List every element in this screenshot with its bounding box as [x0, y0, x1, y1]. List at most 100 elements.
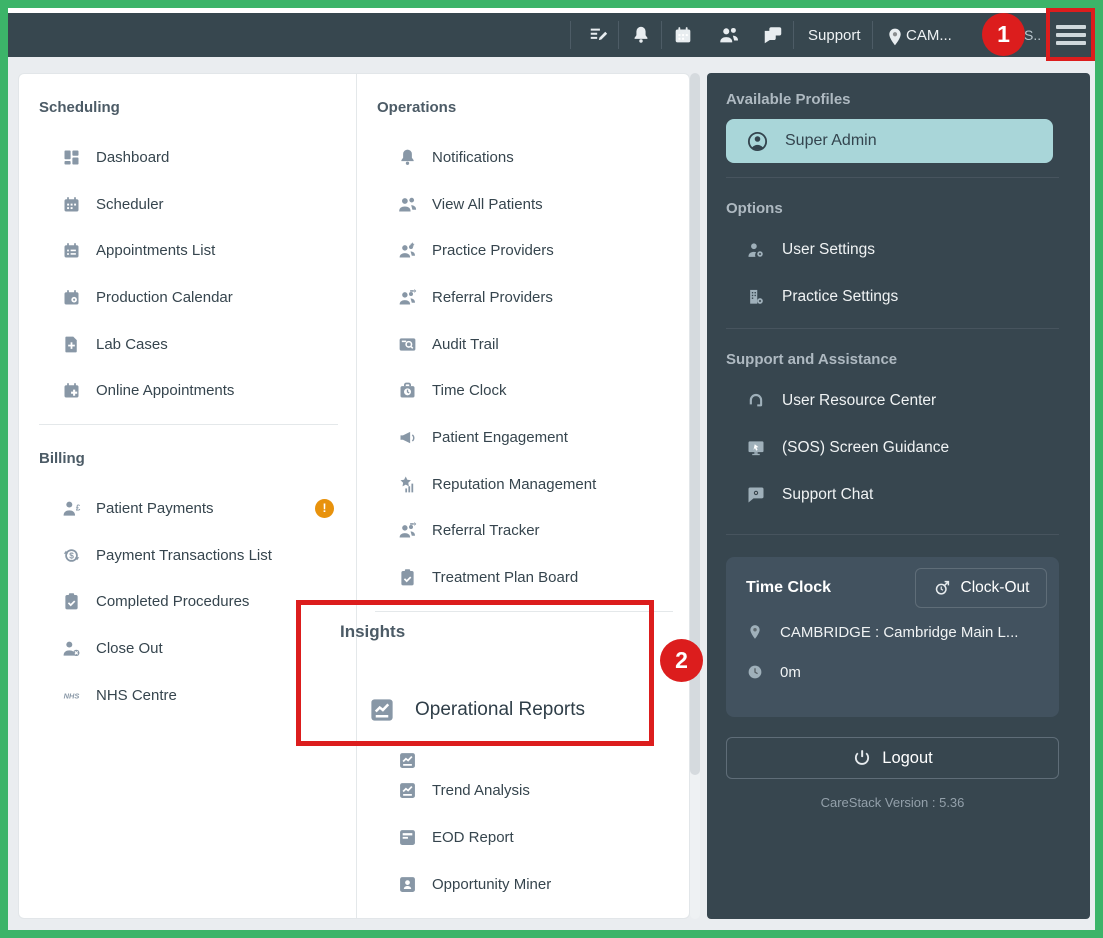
clock-out-button[interactable]: Clock-Out: [915, 568, 1047, 608]
menu-item-referral-tracker[interactable]: Referral Tracker: [357, 508, 691, 555]
menu-item-trend-analysis[interactable]: Trend Analysis: [397, 778, 530, 802]
menu-item-view-all-patients[interactable]: View All Patients: [357, 181, 691, 228]
menu-item-production-calendar[interactable]: Production Calendar: [19, 274, 356, 321]
topbar-separator: [793, 21, 794, 49]
menu-item-time-clock[interactable]: Time Clock: [357, 367, 691, 414]
person-square-icon: [397, 874, 418, 895]
person-x-icon: [61, 638, 82, 659]
card-search-icon: [397, 334, 418, 355]
section-divider: [39, 424, 338, 425]
sidebar-item-sos-screen-guidance[interactable]: (SOS) Screen Guidance: [726, 424, 1071, 471]
tasks-icon[interactable]: [588, 13, 610, 57]
annotation-step-2: 2: [660, 639, 703, 682]
megaphone-icon: [397, 427, 418, 448]
doc-plus-icon: [61, 334, 82, 355]
available-profiles-title: Available Profiles: [726, 91, 1071, 109]
bell-icon: [397, 147, 418, 168]
menu-item-notifications[interactable]: Notifications: [357, 134, 691, 181]
bell-icon[interactable]: [630, 13, 652, 57]
sidebar-divider: [726, 534, 1059, 535]
topbar-separator: [570, 21, 571, 49]
user-label[interactable]: S..: [1024, 13, 1041, 57]
clock-icon: [746, 663, 764, 681]
location-pin-icon[interactable]: [884, 13, 902, 57]
chat-gear-icon: [746, 485, 766, 505]
annotation-step-1: 1: [982, 13, 1025, 56]
clock-out-icon: [933, 579, 951, 597]
chat-icon[interactable]: [762, 13, 784, 57]
menu-item-referral-providers[interactable]: Referral Providers: [357, 274, 691, 321]
menu-item-reputation-management[interactable]: Reputation Management: [357, 461, 691, 508]
sidebar-item-practice-settings[interactable]: Practice Settings: [726, 273, 1071, 320]
money-cycle-icon: $: [61, 545, 82, 566]
warning-badge: !: [315, 499, 334, 518]
location-pin-icon: [746, 623, 764, 641]
clipboard-check-icon: [397, 567, 418, 588]
calendar-icon[interactable]: [672, 13, 694, 57]
people-icon[interactable]: [718, 13, 740, 57]
chart-square-icon: [397, 780, 418, 801]
person-circle-icon: [746, 130, 769, 153]
menu-item-appointments-list[interactable]: Appointments List: [19, 227, 356, 274]
menu-item-audit-trail[interactable]: Audit Trail: [357, 321, 691, 368]
menu-item-patient-engagement[interactable]: Patient Engagement: [357, 414, 691, 461]
support-link[interactable]: Support: [808, 13, 861, 57]
menu-scrollbar[interactable]: [690, 73, 700, 919]
logout-button[interactable]: Logout: [726, 737, 1059, 779]
eod-report-icon: [397, 827, 418, 848]
menu-item-scheduler[interactable]: Scheduler: [19, 181, 356, 228]
menu-column-middle: Operations Notifications View All Patien…: [356, 74, 691, 918]
menu-item-practice-providers[interactable]: Practice Providers: [357, 227, 691, 274]
people-star-icon: [397, 240, 418, 261]
options-title: Options: [726, 200, 1071, 218]
menu-item-patient-payments[interactable]: £Patient Payments!: [19, 485, 356, 532]
people-icon: [397, 194, 418, 215]
dashboard-icon: [61, 147, 82, 168]
people-arrow-icon: [397, 287, 418, 308]
menu-item-online-appointments[interactable]: Online Appointments: [19, 367, 356, 414]
mega-menu-panel: Scheduling Dashboard Scheduler Appointme…: [18, 73, 690, 919]
menu-item-eod-report[interactable]: EOD Report: [397, 825, 514, 849]
section-title-scheduling: Scheduling: [39, 98, 356, 118]
building-gear-icon: [746, 287, 766, 307]
power-icon: [852, 748, 872, 768]
time-clock-title: Time Clock: [746, 579, 831, 597]
menu-item-opportunity-miner[interactable]: Opportunity Miner: [397, 872, 551, 896]
person-gear-icon: [746, 240, 766, 260]
sidebar-item-user-settings[interactable]: User Settings: [726, 226, 1071, 273]
hamburger-menu-icon[interactable]: [1056, 25, 1086, 45]
time-clock-location-row: CAMBRIDGE : Cambridge Main L...: [746, 623, 1047, 641]
nhs-icon: NHS: [61, 685, 82, 706]
menu-item-treatment-plan-board[interactable]: Treatment Plan Board: [357, 554, 691, 601]
topbar-separator: [872, 21, 873, 49]
sidebar-item-support-chat[interactable]: Support Chat: [726, 471, 1071, 518]
app-window: Support CAM... S.. 1 Scheduling Dashboar…: [0, 0, 1103, 938]
location-selector[interactable]: CAM...: [906, 13, 952, 57]
svg-text:£: £: [76, 503, 81, 512]
calendar-gear-icon: [61, 287, 82, 308]
version-text: CareStack Version : 5.36: [726, 795, 1059, 810]
chart-square-icon: [397, 750, 418, 771]
star-chart-icon: [397, 474, 418, 495]
profile-super-admin[interactable]: Super Admin: [726, 119, 1053, 163]
time-clock-card: Time Clock Clock-Out CAMBRIDGE : Cambrid…: [726, 557, 1059, 717]
menu-column-left: Scheduling Dashboard Scheduler Appointme…: [19, 74, 356, 918]
sidebar-item-user-resource-center[interactable]: User Resource Center: [726, 377, 1071, 424]
profile-sidebar: Available Profiles Super Admin Options U…: [707, 73, 1090, 919]
box-clock-icon: [397, 380, 418, 401]
menu-item-dashboard[interactable]: Dashboard: [19, 134, 356, 181]
insights-annotation-box: [296, 600, 654, 746]
people-arrow-icon: [397, 520, 418, 541]
hamburger-annotation-box: [1046, 8, 1095, 61]
calendar-icon: [61, 194, 82, 215]
time-clock-location: CAMBRIDGE : Cambridge Main L...: [780, 624, 1018, 641]
menu-item-lab-cases[interactable]: Lab Cases: [19, 321, 356, 368]
section-title-operations: Operations: [377, 98, 691, 118]
menu-item-partially-hidden[interactable]: [397, 749, 432, 771]
menu-item-payment-transactions-list[interactable]: $Payment Transactions List: [19, 532, 356, 579]
topbar-separator: [661, 21, 662, 49]
svg-text:NHS: NHS: [64, 691, 80, 700]
sidebar-divider: [726, 328, 1059, 329]
time-clock-duration: 0m: [780, 664, 801, 681]
monitor-cursor-icon: [746, 438, 766, 458]
